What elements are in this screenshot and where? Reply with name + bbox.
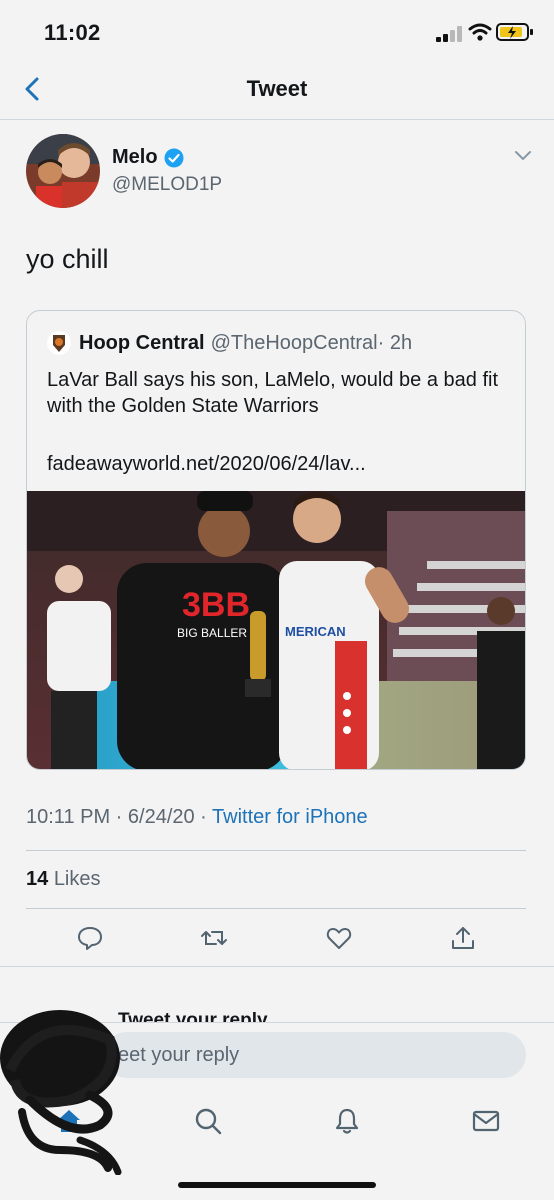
photo-logo-text: 3BB (182, 586, 250, 624)
tab-bar (0, 1096, 554, 1146)
quoted-tweet-photo[interactable]: 3BB BIG BALLER MERICAN (27, 491, 526, 770)
hoop-central-logo-icon (47, 331, 71, 355)
status-time: 11:02 (44, 20, 101, 45)
verified-icon (164, 148, 184, 167)
tweet-source-link[interactable]: Twitter for iPhone (212, 806, 368, 828)
wifi-icon (468, 23, 492, 41)
divider (0, 966, 554, 967)
tweet-actions (0, 920, 554, 956)
messages-icon[interactable] (471, 1106, 501, 1136)
search-icon[interactable] (193, 1106, 223, 1136)
tweet-meta: 10:11 PM · 6/24/20 · Twitter for iPhone (26, 806, 368, 829)
nav-bar: Tweet (0, 64, 554, 120)
signal-icon (436, 26, 462, 42)
status-bar: 11:02 (0, 0, 554, 64)
reply-input[interactable]: eet your reply (104, 1032, 526, 1078)
quoted-author-name: Hoop Central (79, 331, 205, 354)
home-indicator (178, 1182, 376, 1188)
like-icon[interactable] (325, 924, 353, 952)
share-icon[interactable] (449, 924, 477, 952)
quoted-tweet-header: Hoop Central @TheHoopCentral · 2h (47, 331, 412, 355)
tweet-author: Melo @MELOD1P (26, 134, 536, 214)
author-handle[interactable]: @MELOD1P (112, 174, 222, 196)
likes-count: 14 (26, 868, 49, 890)
quoted-author-handle: @TheHoopCentral (210, 331, 378, 354)
redaction-scribble (0, 1010, 122, 1175)
home-icon[interactable] (54, 1106, 84, 1136)
retweet-icon[interactable] (200, 924, 228, 952)
chevron-down-icon[interactable] (514, 150, 532, 162)
likes-stat[interactable]: 14 Likes (26, 868, 101, 891)
divider (0, 1022, 554, 1023)
author-name-row: Melo (112, 146, 184, 169)
divider (26, 908, 526, 909)
photo-shirt-text: BIG BALLER (177, 626, 247, 640)
notifications-icon[interactable] (332, 1106, 362, 1136)
battery-icon (496, 23, 533, 41)
page-title: Tweet (246, 76, 308, 101)
divider (26, 850, 526, 851)
tweet-timestamp: 10:11 PM · 6/24/20 · (26, 806, 213, 828)
likes-label: Likes (53, 868, 101, 890)
quoted-tweet-card[interactable]: Hoop Central @TheHoopCentral · 2h LaVar … (26, 310, 526, 770)
reply-peek-text: Tweet your reply (118, 1010, 268, 1022)
quoted-tweet-age: · 2h (377, 331, 413, 354)
reply-icon[interactable] (76, 924, 104, 952)
reply-placeholder: eet your reply (118, 1044, 240, 1066)
avatar[interactable] (26, 134, 100, 208)
avatar-photo (26, 134, 100, 208)
author-name[interactable]: Melo (112, 146, 158, 169)
quoted-tweet-link[interactable]: fadeawayworld.net/2020/06/24/lav... (47, 453, 366, 476)
tweet-text: yo chill (26, 244, 109, 274)
photo-jersey-text: MERICAN (285, 624, 346, 639)
quoted-tweet-text: LaVar Ball says his son, LaMelo, would b… (47, 369, 498, 417)
